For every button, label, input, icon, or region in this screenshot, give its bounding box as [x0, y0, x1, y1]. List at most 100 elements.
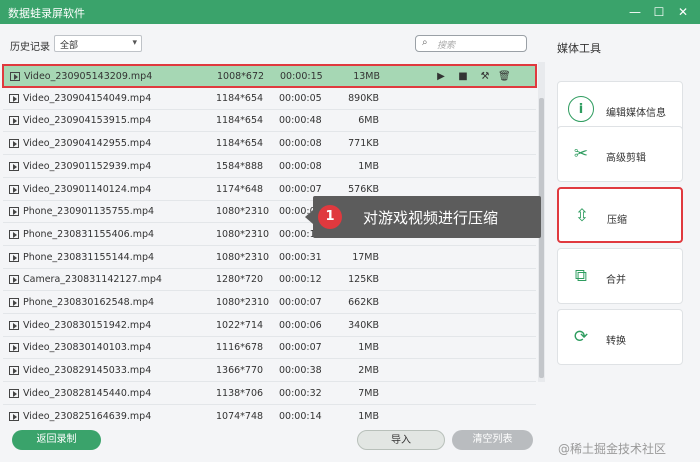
file-duration: 00:00:48 [279, 115, 322, 127]
file-row[interactable]: Camera_230831142127.mp4 1280*720 00:00:12 1… [3, 269, 536, 292]
file-row[interactable]: Video_230904153915.mp4 1184*654 00:00:48 6M… [3, 110, 536, 133]
file-row[interactable]: Phone_230830162548.mp4 1080*2310 00:00:07 6… [3, 292, 536, 314]
file-size: 125KB [348, 274, 379, 286]
file-duration: 00:00:08 [279, 138, 322, 150]
file-duration: 00:00:15 [280, 71, 323, 82]
file-resolution: 1366*770 [216, 365, 264, 377]
file-row[interactable]: Video_230829145033.mp4 1366*770 00:00:38 2M… [3, 360, 536, 383]
video-file-icon [9, 366, 19, 376]
file-resolution: 1080*2310 [216, 206, 270, 218]
file-duration: 00:00:05 [279, 92, 322, 104]
file-name: Video_230904153915.mp4 [23, 115, 152, 127]
file-size: 17MB [352, 251, 379, 263]
file-size: 1MB [358, 160, 379, 172]
video-file-icon [9, 320, 19, 330]
file-resolution: 1184*654 [216, 115, 264, 127]
play-icon[interactable]: ▶ [435, 71, 447, 83]
chevron-down-icon: ▾ [132, 38, 137, 48]
file-list: Video_230905143209.mp4 1008*672 00:00:15 13… [0, 62, 545, 422]
video-file-icon [9, 139, 19, 149]
file-duration: 00:00:38 [279, 365, 322, 377]
file-name: Phone_230830162548.mp4 [23, 297, 155, 308]
video-file-icon [9, 207, 19, 217]
trash-icon[interactable]: 🗑 [498, 71, 511, 83]
import-button[interactable]: 导入 [357, 430, 445, 450]
file-size: 771KB [348, 138, 379, 150]
tool-label: 压缩 [607, 215, 627, 226]
file-row[interactable]: Video_230830140103.mp4 1116*678 00:00:07 1M… [3, 337, 536, 360]
file-name: Video_230904142955.mp4 [23, 138, 152, 150]
video-file-icon [9, 229, 19, 239]
file-duration: 00:00:12 [279, 274, 322, 286]
search-icon: ⌕ [422, 37, 428, 48]
filter-bar: 历史记录 全部 ▾ ⌕ 搜索 [0, 24, 545, 60]
video-file-icon [9, 298, 19, 307]
media-tools-title: 媒体工具 [557, 42, 601, 55]
file-size: 2MB [358, 365, 379, 377]
file-row[interactable]: Video_230904142955.mp4 1184*654 00:00:08 77… [3, 133, 536, 156]
file-resolution: 1080*2310 [216, 228, 270, 240]
file-name: Video_230829145033.mp4 [23, 365, 152, 377]
tool-card-merge[interactable]: ⧉ 合并 [557, 248, 683, 304]
wrench-icon[interactable]: ⚒ [479, 71, 491, 83]
file-row[interactable]: Video_230901152939.mp4 1584*888 00:00:08 1M… [3, 155, 536, 178]
file-resolution: 1080*2310 [216, 297, 270, 308]
file-size: 890KB [348, 92, 379, 104]
maximize-icon[interactable]: ☐ [650, 3, 668, 21]
file-row[interactable]: Phone_230831155144.mp4 1080*2310 00:00:31 1… [3, 246, 536, 269]
video-file-icon [9, 343, 19, 353]
file-duration: 00:00:14 [279, 410, 322, 422]
file-name: Camera_230831142127.mp4 [23, 274, 162, 286]
file-row[interactable]: Video_230905143209.mp4 1008*672 00:00:15 13… [2, 64, 537, 88]
convert-icon: ⟳ [573, 327, 589, 347]
tool-label: 合并 [606, 275, 626, 286]
compress-icon: ⇳ [574, 206, 590, 226]
tool-card-compress[interactable]: ⇳ 压缩 [557, 187, 683, 243]
file-size: 1MB [358, 410, 379, 422]
file-row[interactable]: Video_230830151942.mp4 1022*714 00:00:06 34… [3, 314, 536, 337]
file-name: Video_230901152939.mp4 [23, 160, 152, 172]
file-name: Phone_230901135755.mp4 [23, 206, 155, 218]
file-name: Video_230828145440.mp4 [23, 387, 152, 399]
file-row[interactable]: Video_230825164639.mp4 1074*748 00:00:14 1M… [3, 405, 536, 422]
folder-icon[interactable]: ■ [457, 71, 469, 83]
file-duration: 00:00:07 [279, 342, 322, 354]
file-name: Video_230825164639.mp4 [23, 410, 152, 422]
history-filter-select[interactable]: 全部 ▾ [54, 35, 142, 52]
file-resolution: 1022*714 [216, 319, 264, 331]
clear-list-button[interactable]: 清空列表 [452, 430, 533, 450]
file-size: 1MB [358, 342, 379, 354]
history-filter-value: 全部 [60, 41, 79, 51]
scrollbar-thumb[interactable] [539, 98, 544, 378]
file-size: 576KB [348, 183, 379, 195]
file-duration: 00:00:32 [279, 387, 322, 399]
guide-tooltip: 1 对游戏视频进行压缩 [305, 196, 541, 238]
file-size: 6MB [358, 115, 379, 127]
minimize-icon[interactable]: — [626, 3, 644, 21]
file-size: 13MB [353, 71, 380, 82]
tool-card-convert[interactable]: ⟳ 转换 [557, 309, 683, 365]
file-name: Video_230901140124.mp4 [23, 183, 152, 195]
file-resolution: 1584*888 [216, 160, 264, 172]
step-badge: 1 [318, 205, 342, 229]
tool-card-scissors[interactable]: ✂ 高级剪辑 [557, 126, 683, 182]
search-placeholder: 搜索 [437, 41, 456, 51]
file-row[interactable]: Video_230904154049.mp4 1184*654 00:00:05 89… [3, 87, 536, 110]
watermark: @稀土掘金技术社区 [558, 442, 667, 456]
video-file-icon [9, 161, 19, 171]
file-name: Phone_230831155406.mp4 [23, 228, 155, 240]
search-input[interactable]: ⌕ 搜索 [415, 35, 527, 52]
file-duration: 00:00:31 [279, 251, 322, 263]
file-duration: 00:00:07 [279, 297, 322, 308]
video-file-icon [9, 116, 19, 126]
file-resolution: 1184*654 [216, 92, 264, 104]
back-to-record-button[interactable]: 返回录制 [12, 430, 101, 450]
file-row[interactable]: Video_230828145440.mp4 1138*706 00:00:32 7M… [3, 382, 536, 405]
history-label: 历史记录 [10, 42, 50, 53]
file-resolution: 1080*2310 [216, 251, 270, 263]
file-duration: 00:00:07 [279, 183, 322, 195]
video-file-icon [9, 388, 19, 398]
file-name: Video_230905143209.mp4 [24, 71, 153, 82]
video-file-icon [9, 411, 19, 421]
close-icon[interactable]: ✕ [674, 3, 692, 21]
